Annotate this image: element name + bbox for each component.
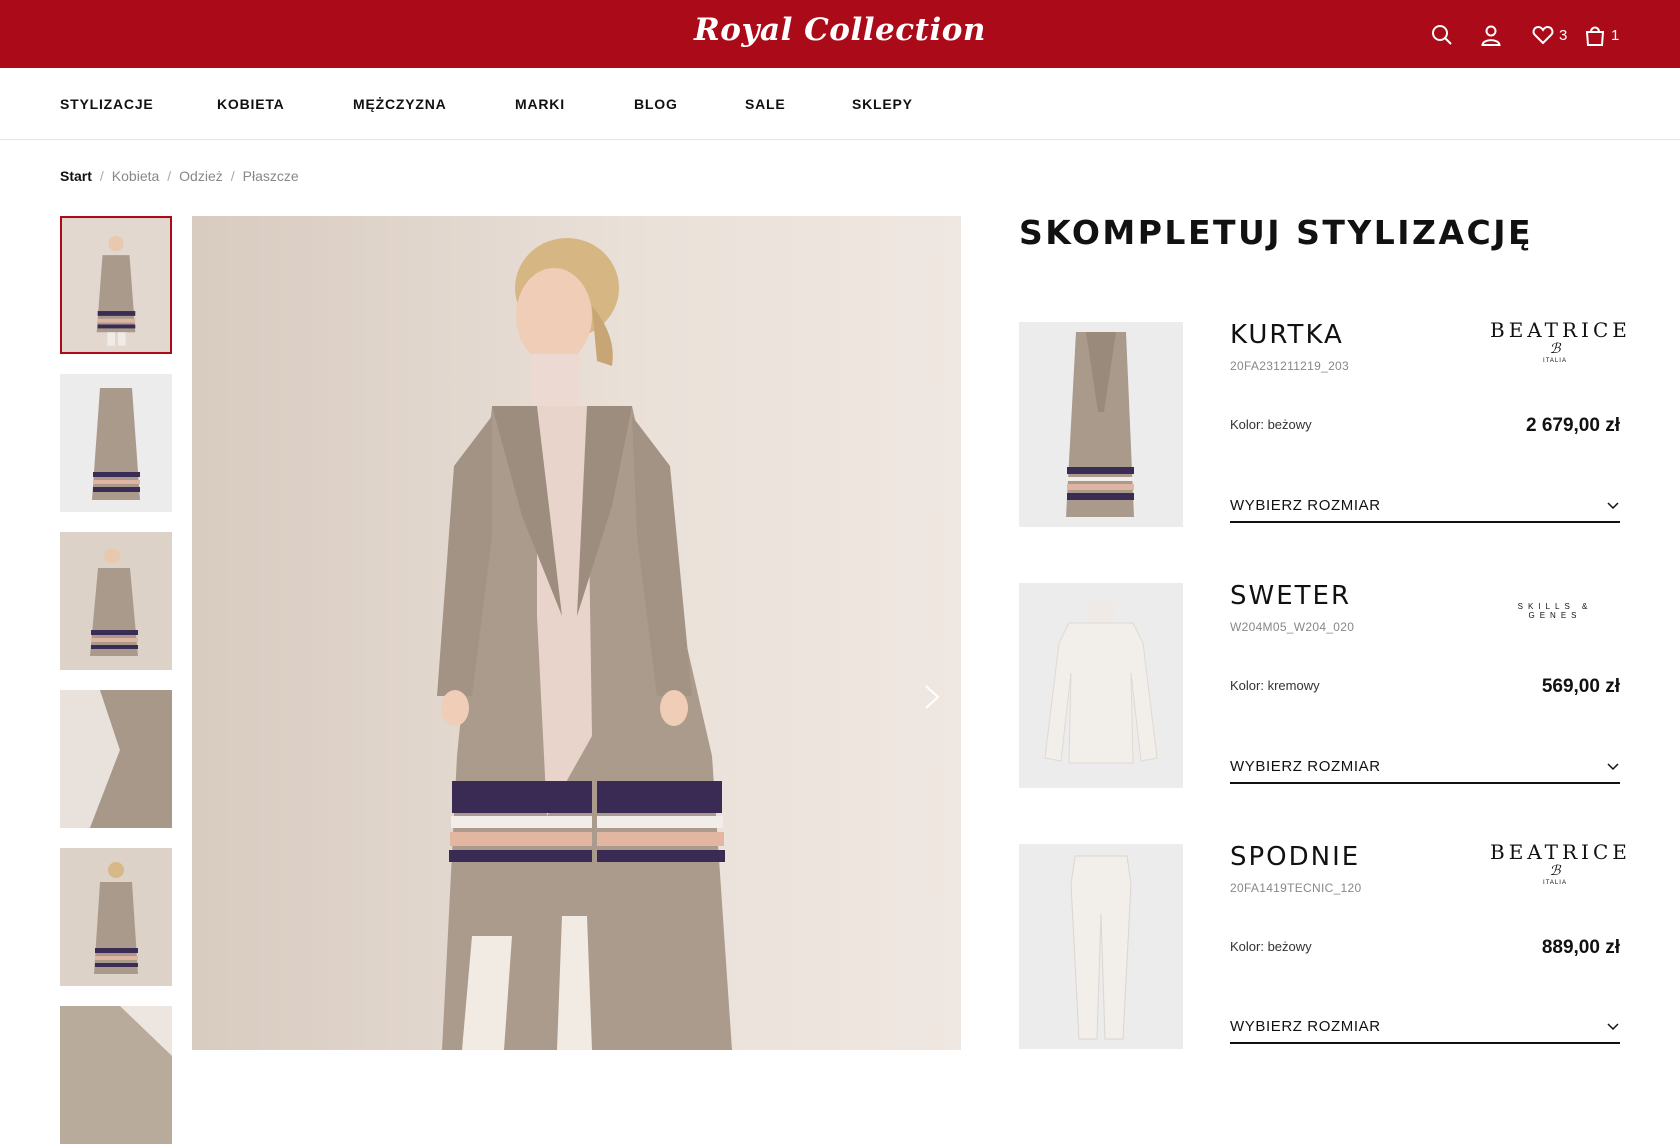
cart-count: 1 xyxy=(1611,26,1620,44)
wishlist-button[interactable]: 3 xyxy=(1531,22,1567,48)
product-color: Kolor: kremowy xyxy=(1230,678,1320,693)
complete-look-title: SKOMPLETUJ STYLIZACJĘ xyxy=(1019,213,1534,252)
product-name[interactable]: SPODNIE xyxy=(1230,842,1360,872)
product-sku: W204M05_W204_020 xyxy=(1230,620,1355,634)
nav-item-sklepy[interactable]: SKLEPY xyxy=(852,96,913,112)
brand-emblem-icon: ℬ xyxy=(1549,341,1561,357)
nav-item-sale[interactable]: SALE xyxy=(745,96,786,112)
breadcrumb-separator: / xyxy=(167,168,172,184)
search-icon[interactable] xyxy=(1430,22,1454,48)
brand-sub: ITALIA xyxy=(1543,880,1567,886)
breadcrumb-kobieta[interactable]: Kobieta xyxy=(112,168,159,184)
heart-icon xyxy=(1532,25,1554,45)
gallery-thumbnail[interactable] xyxy=(60,1006,172,1144)
breadcrumb-plaszcze: Płaszcze xyxy=(242,168,299,184)
main-product-image xyxy=(192,216,961,1050)
size-select-label: WYBIERZ ROZMIAR xyxy=(1230,497,1381,514)
brand-name: BEATRICE xyxy=(1490,318,1631,342)
nav-item-marki[interactable]: MARKI xyxy=(515,96,565,112)
bag-icon xyxy=(1585,26,1605,46)
product-image-spodnie[interactable] xyxy=(1019,844,1183,1049)
brand-emblem-icon: ℬ xyxy=(1549,863,1561,879)
breadcrumb-separator: / xyxy=(230,168,235,184)
product-sku: 20FA231211219_203 xyxy=(1230,359,1349,373)
product-color: Kolor: beżowy xyxy=(1230,939,1312,954)
size-select[interactable]: WYBIERZ ROZMIAR xyxy=(1230,493,1620,523)
brand-logo-skills-genes: SKILLS & GENES xyxy=(1490,602,1620,620)
cart-button[interactable]: 1 xyxy=(1583,22,1619,48)
product-image-kurtka[interactable] xyxy=(1019,322,1183,527)
brand-name: SKILLS & GENES xyxy=(1517,602,1593,620)
size-select-label: WYBIERZ ROZMIAR xyxy=(1230,758,1381,775)
wishlist-count: 3 xyxy=(1559,26,1568,44)
product-price: 569,00 zł xyxy=(1541,676,1620,697)
main-nav: STYLIZACJE KOBIETA MĘŻCZYZNA MARKI BLOG … xyxy=(0,68,1680,140)
product-color: Kolor: beżowy xyxy=(1230,417,1312,432)
nav-item-mezczyzna[interactable]: MĘŻCZYZNA xyxy=(353,96,447,112)
brand-sub: ITALIA xyxy=(1543,358,1567,364)
breadcrumb-start[interactable]: Start xyxy=(60,168,92,184)
product-name[interactable]: KURTKA xyxy=(1230,320,1344,350)
chevron-down-icon xyxy=(1607,502,1619,510)
breadcrumb-odziez[interactable]: Odzież xyxy=(179,168,223,184)
chevron-down-icon xyxy=(1607,1023,1619,1031)
brand-logo-beatrice: BEATRICE ℬ ITALIA xyxy=(1490,318,1631,364)
gallery-thumbnail[interactable] xyxy=(60,690,172,828)
gallery-thumbnail[interactable] xyxy=(60,216,172,354)
nav-item-kobieta[interactable]: KOBIETA xyxy=(217,96,285,112)
gallery-thumbnail[interactable] xyxy=(60,848,172,986)
gallery-thumbnail[interactable] xyxy=(60,532,172,670)
site-logo[interactable]: Royal Collection xyxy=(0,12,1680,48)
product-sku: 20FA1419TECNIC_120 xyxy=(1230,881,1362,895)
size-select[interactable]: WYBIERZ ROZMIAR xyxy=(1230,754,1620,784)
product-name[interactable]: SWETER xyxy=(1230,581,1351,611)
size-select-label: WYBIERZ ROZMIAR xyxy=(1230,1018,1381,1035)
product-price: 889,00 zł xyxy=(1541,937,1620,958)
user-icon[interactable] xyxy=(1479,22,1503,48)
breadcrumb-separator: / xyxy=(99,168,104,184)
chevron-down-icon xyxy=(1607,763,1619,771)
gallery-thumbnail[interactable] xyxy=(60,374,172,512)
size-select[interactable]: WYBIERZ ROZMIAR xyxy=(1230,1014,1620,1044)
top-bar: Royal Collection 3 1 xyxy=(0,0,1680,68)
nav-item-stylizacje[interactable]: STYLIZACJE xyxy=(60,96,154,112)
product-price: 2 679,00 zł xyxy=(1525,415,1620,436)
product-image-sweter[interactable] xyxy=(1019,583,1183,788)
brand-name: BEATRICE xyxy=(1490,840,1631,864)
nav-item-blog[interactable]: BLOG xyxy=(634,96,678,112)
chevron-right-icon[interactable] xyxy=(920,682,944,712)
breadcrumb: Start / Kobieta / Odzież / Płaszcze xyxy=(60,168,299,184)
brand-logo-beatrice: BEATRICE ℬ ITALIA xyxy=(1490,840,1631,886)
